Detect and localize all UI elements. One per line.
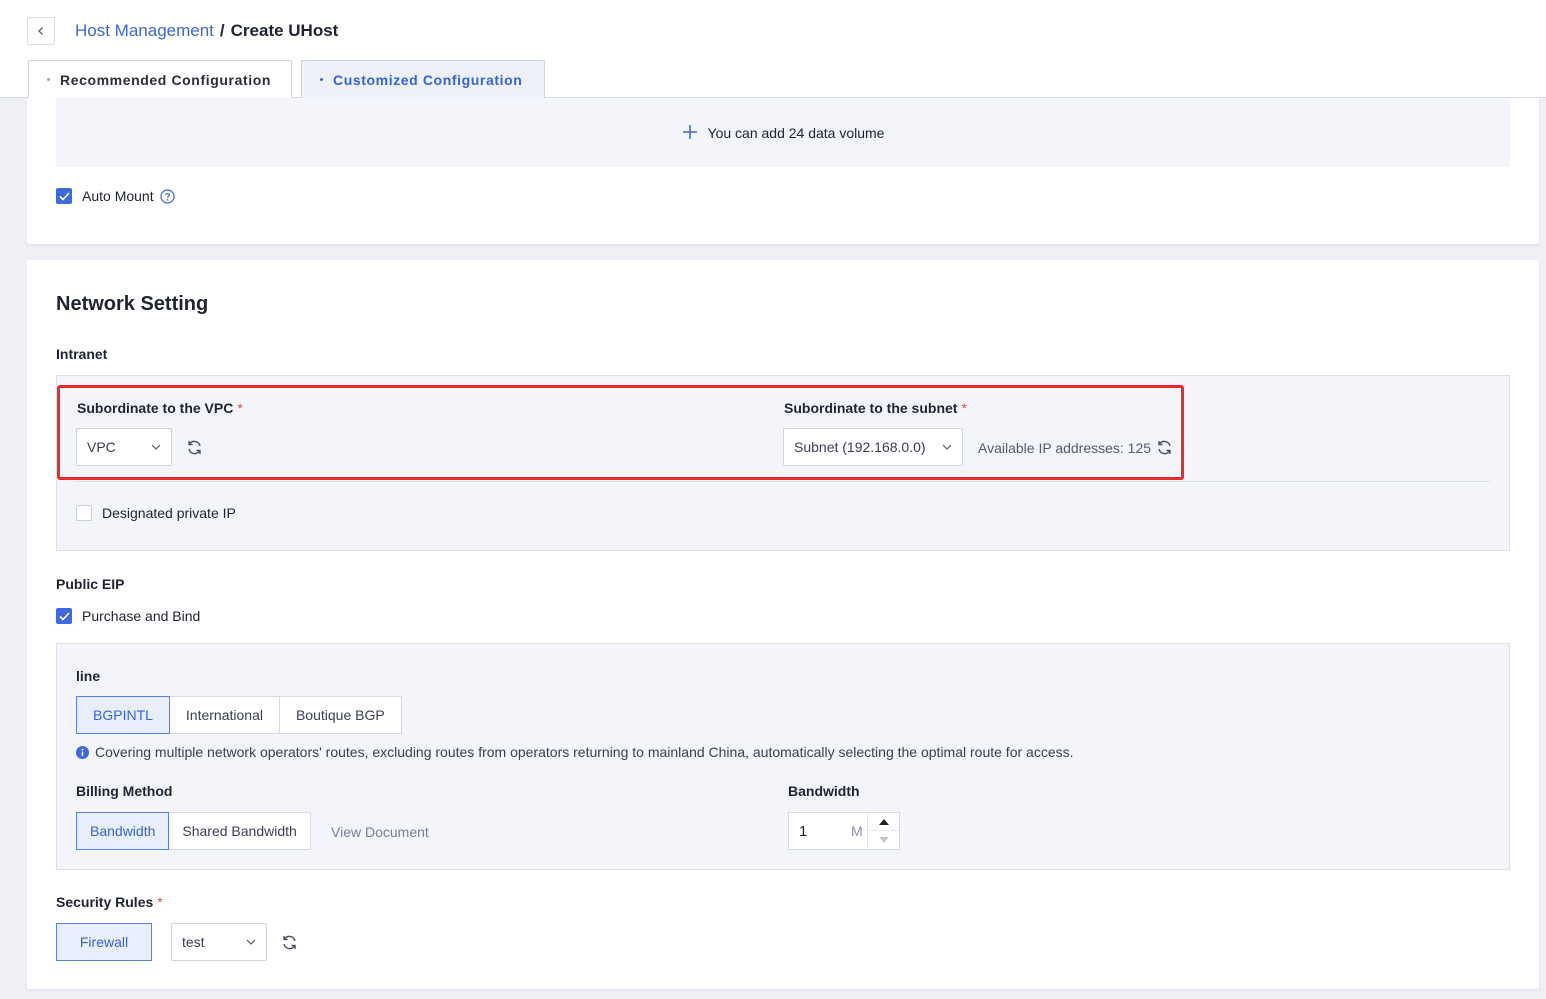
line-info-text: Covering multiple network operators' rou… (95, 744, 1074, 760)
caret-down-icon (878, 837, 889, 843)
auto-mount-label: Auto Mount (82, 188, 154, 204)
purchase-bind-checkbox[interactable] (56, 608, 72, 624)
billing-selector: Bandwidth Shared Bandwidth (76, 812, 311, 850)
divider (76, 481, 1490, 482)
auto-mount-checkbox[interactable] (56, 188, 72, 204)
vpc-refresh-icon[interactable] (186, 439, 203, 456)
line-info: Covering multiple network operators' rou… (76, 744, 1074, 760)
page-title: Create UHost (230, 21, 339, 40)
auto-mount-row: Auto Mount (56, 188, 175, 204)
security-rules-label-text: Security Rules (56, 894, 154, 910)
subnet-refresh-icon[interactable] (1156, 439, 1173, 456)
network-setting-card: Network Setting Intranet Subordinate to … (27, 260, 1539, 989)
increment-button[interactable] (868, 813, 899, 831)
designated-ip-label: Designated private IP (102, 505, 236, 521)
purchase-bind-row: Purchase and Bind (56, 608, 200, 624)
storage-card: You can add 24 data volume Auto Mount (27, 98, 1539, 244)
line-label: line (76, 668, 101, 684)
chevron-down-icon (151, 444, 161, 450)
add-volume-label: You can add 24 data volume (707, 124, 885, 141)
bandwidth-unit: M (851, 823, 863, 839)
breadcrumb-host-management[interactable]: Host Management (75, 21, 214, 40)
breadcrumb: Host Management / Create UHost (75, 20, 338, 42)
firewall-button[interactable]: Firewall (56, 923, 152, 961)
network-setting-title: Network Setting (56, 293, 209, 315)
vpc-select-value: VPC (87, 439, 116, 455)
tab-dot-icon (320, 78, 323, 81)
firewall-refresh-icon[interactable] (281, 934, 298, 951)
tab-label: Recommended Configuration (60, 71, 272, 88)
line-option-international[interactable]: International (168, 696, 280, 734)
billing-option-bandwidth[interactable]: Bandwidth (76, 812, 170, 850)
subnet-select[interactable]: Subnet (192.168.0.0) (783, 428, 963, 466)
bandwidth-value[interactable]: 1 (789, 823, 851, 840)
public-eip-title: Public EIP (56, 576, 125, 592)
vpc-select[interactable]: VPC (76, 428, 172, 466)
back-button[interactable] (27, 17, 55, 45)
line-option-boutique-bgp[interactable]: Boutique BGP (278, 696, 402, 734)
available-ip-text: Available IP addresses: 125 (978, 440, 1152, 456)
intranet-title: Intranet (56, 346, 108, 362)
firewall-select-value: test (182, 934, 205, 950)
help-icon[interactable] (160, 188, 175, 204)
required-marker: * (157, 894, 163, 910)
vpc-label: Subordinate to the VPC * (77, 400, 243, 416)
chevron-down-icon (246, 939, 256, 945)
required-marker: * (961, 400, 967, 416)
tab-customized-configuration[interactable]: Customized Configuration (301, 60, 545, 98)
top-bar: Host Management / Create UHost Recommended… (0, 0, 1546, 98)
info-icon (76, 745, 89, 759)
vpc-label-text: Subordinate to the VPC (77, 400, 234, 416)
designated-ip-checkbox[interactable] (76, 505, 92, 521)
bandwidth-stepper[interactable]: 1 M (788, 812, 900, 850)
plus-icon (682, 123, 698, 143)
tab-dot-icon (47, 78, 50, 81)
chevron-down-icon (942, 444, 952, 450)
eip-panel: line BGPINTL International Boutique BGP … (56, 643, 1510, 870)
tab-label: Customized Configuration (333, 71, 523, 88)
security-rules-label: Security Rules * (56, 894, 163, 910)
chevron-left-icon (38, 27, 43, 35)
subnet-label: Subordinate to the subnet * (784, 400, 967, 416)
purchase-bind-label: Purchase and Bind (82, 608, 201, 624)
subnet-label-text: Subordinate to the subnet (784, 400, 958, 416)
line-selector: BGPINTL International Boutique BGP (76, 696, 402, 734)
firewall-select[interactable]: test (171, 923, 267, 961)
add-data-volume-button[interactable]: You can add 24 data volume (56, 98, 1510, 167)
check-icon (58, 611, 70, 621)
bandwidth-label: Bandwidth (788, 783, 860, 799)
required-marker: * (237, 400, 243, 416)
decrement-button[interactable] (868, 831, 899, 849)
breadcrumb-separator: / (219, 21, 225, 40)
line-option-bgpintl[interactable]: BGPINTL (76, 696, 170, 734)
subnet-select-value: Subnet (192.168.0.0) (794, 439, 926, 455)
view-document-link[interactable]: View Document (331, 824, 429, 840)
check-icon (58, 191, 70, 201)
caret-up-icon (878, 818, 889, 825)
designated-ip-row: Designated private IP (76, 505, 236, 521)
billing-option-shared-bandwidth[interactable]: Shared Bandwidth (168, 812, 311, 850)
intranet-panel: Subordinate to the VPC * VPC Subordinate … (56, 375, 1510, 551)
tab-recommended-configuration[interactable]: Recommended Configuration (28, 60, 292, 98)
billing-method-label: Billing Method (76, 783, 173, 799)
stepper-buttons (867, 813, 899, 849)
